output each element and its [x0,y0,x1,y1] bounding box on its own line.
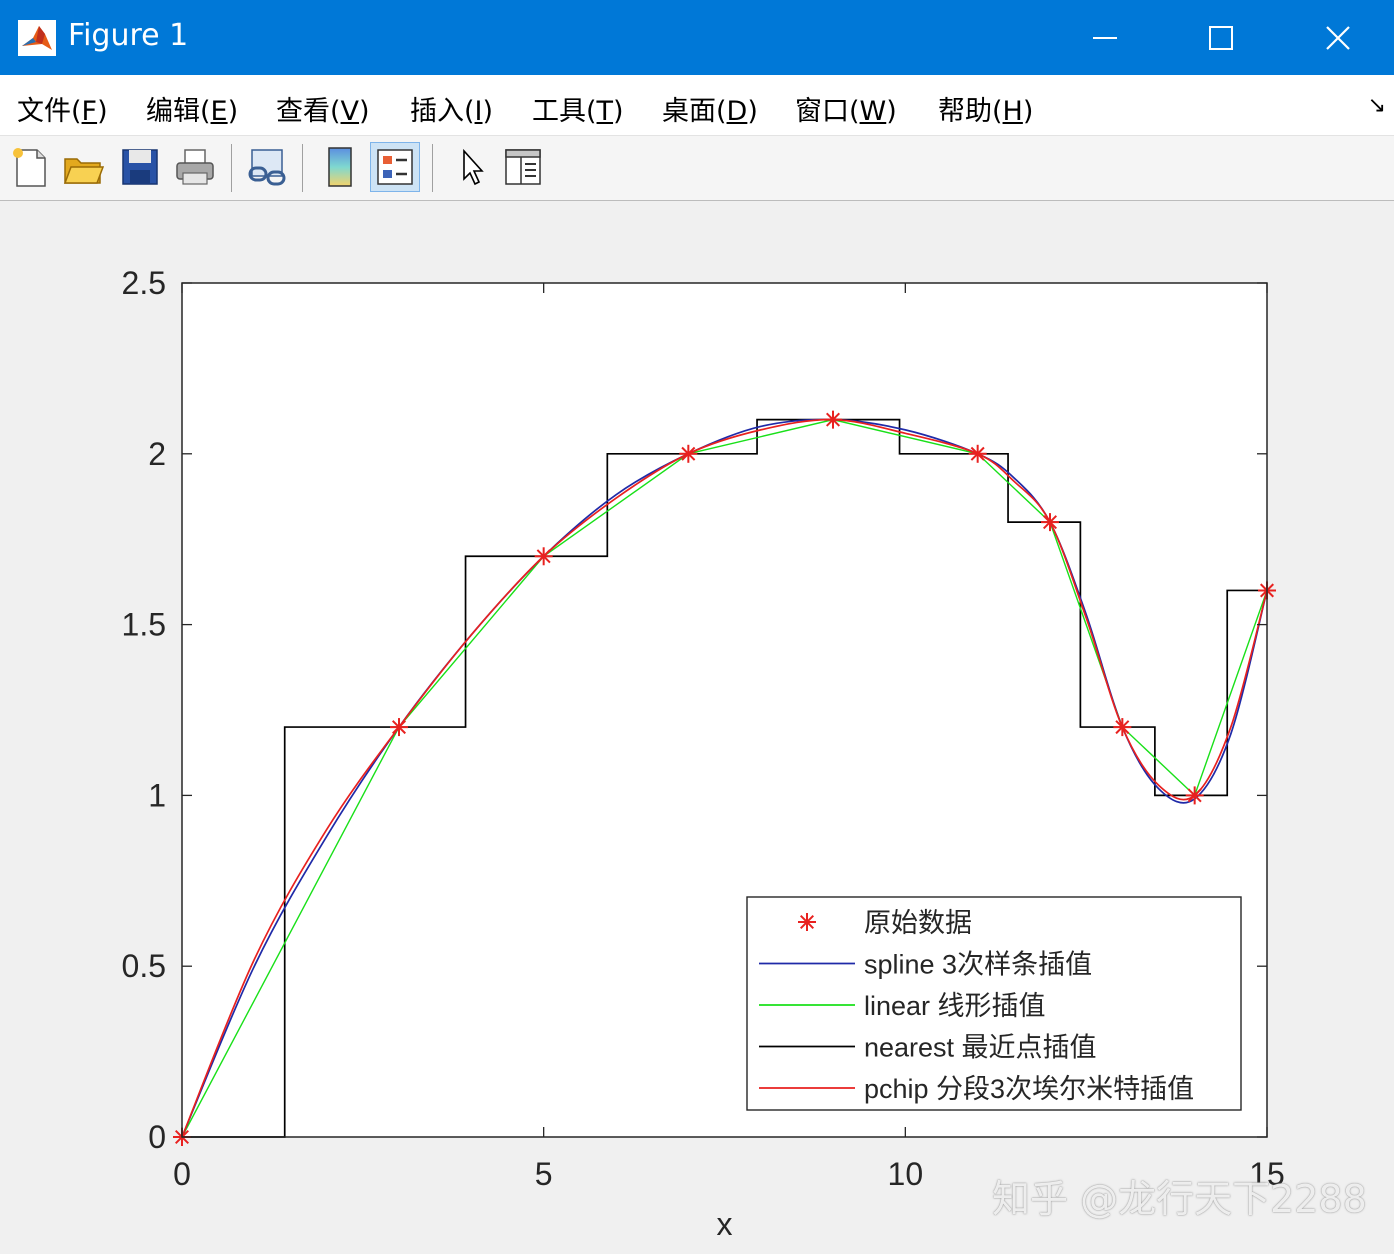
data-point-marker [968,444,987,463]
legend-label: linear 线形插值 [864,991,1046,1021]
menu-help[interactable]: 帮助(H) [938,89,1033,128]
line-chart: 0 5 10 1500.511.522.5x 原始数据spline 3次样条插值lin… [122,265,1285,1242]
menu-edit[interactable]: 编辑(E) [146,89,238,128]
legend-label: pchip 分段3次埃尔米特插值 [864,1074,1194,1104]
data-point-marker [390,718,408,737]
matlab-logo-icon [18,20,56,56]
legend-label: spline 3次样条插值 [864,950,1092,980]
open-file-button[interactable] [58,142,108,192]
toolbar-separator [231,144,232,192]
menu-insert[interactable]: 插入(I) [410,89,493,128]
print-button[interactable] [170,142,220,192]
insert-legend-button[interactable] [370,142,420,192]
insert-colorbar-button[interactable] [315,142,365,192]
y-tick-label: 2 [148,436,166,472]
x-tick-label: 5 [535,1156,553,1192]
data-point-marker [679,444,698,463]
menu-bar: 文件(F) 编辑(E) 查看(V) 插入(I) 工具(T) 桌面(D) 窗口(W… [0,75,1394,135]
property-editor-icon [505,149,541,185]
x-tick-label: 0 [173,1156,191,1192]
minimize-icon [1093,36,1117,39]
y-tick-label: 2.5 [122,265,166,301]
save-icon [122,149,158,185]
watermark: 知乎 @龙行天下2288 [992,1177,1367,1221]
legend[interactable]: 原始数据 spline 3次样条插值 linear 线形插值 nearest 最近点插… [746,896,1242,1111]
link-plot-icon [248,149,286,186]
y-tick-label: 0.5 [122,948,166,984]
property-editor-button[interactable] [498,142,548,192]
close-button[interactable] [1280,0,1394,75]
edit-plot-button[interactable] [446,142,496,192]
window-title: Figure 1 [68,18,189,53]
y-tick-label: 0 [148,1119,166,1155]
data-point-marker [824,410,842,429]
x-axis-label: x [717,1206,733,1242]
new-figure-icon [13,148,46,187]
new-figure-button[interactable] [4,142,54,192]
colorbar-icon [328,147,352,187]
legend-icon [377,149,413,185]
print-icon [176,149,214,185]
legend-label: nearest 最近点插值 [864,1033,1097,1063]
minimize-button[interactable] [1047,0,1163,75]
x-tick-label: 10 [888,1156,924,1192]
legend-label: 原始数据 [864,908,972,938]
menu-tools[interactable]: 工具(T) [532,89,624,128]
data-point-marker [1041,513,1059,532]
open-file-icon [63,158,104,184]
close-icon [1326,25,1350,50]
maximize-button[interactable] [1163,0,1279,75]
y-tick-label: 1 [148,777,166,813]
toolbar [0,135,1394,201]
edit-pointer-icon [463,148,484,186]
dock-arrow-icon[interactable]: ↘ [1368,93,1386,118]
y-tick-label: 1.5 [122,607,166,643]
link-plot-button[interactable] [242,142,292,192]
menu-window[interactable]: 窗口(W) [795,89,897,128]
maximize-icon [1209,25,1233,50]
toolbar-separator [432,144,433,192]
toolbar-separator [302,144,303,192]
menu-desktop[interactable]: 桌面(D) [662,89,758,128]
menu-view[interactable]: 查看(V) [276,89,370,128]
figure-canvas: 0 5 10 15 0 0.5 1 1.5 2 2.5 x 原始数据 spline 3次样条插值 lin… [0,200,1394,1250]
menu-file[interactable]: 文件(F) [17,89,108,128]
title-bar: Figure 1 [0,0,1394,75]
save-button[interactable] [115,142,165,192]
